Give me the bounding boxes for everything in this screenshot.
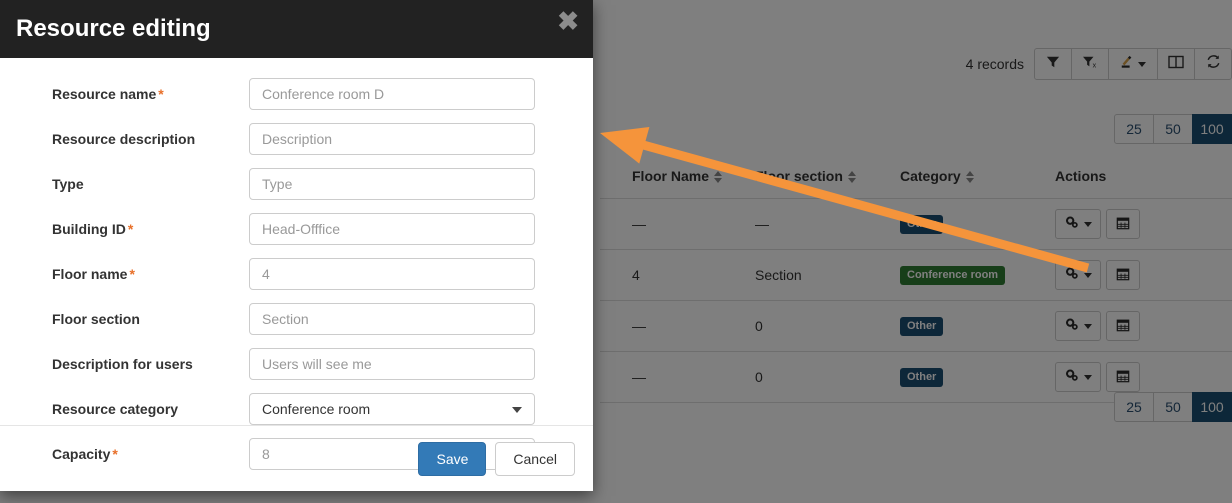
chevron-down-icon [512,407,522,413]
input-text: Users will see me [262,356,372,372]
field-label: Resource category [52,401,179,417]
field-row-resource-category: Resource category Conference room [52,393,535,425]
input-text: Description [262,131,333,147]
close-icon[interactable]: ✖ [557,8,579,34]
required-marker: * [158,86,164,102]
dialog-footer: Save Cancel [0,425,593,491]
required-marker: * [127,221,134,237]
input-text: Type [262,176,293,192]
field-label: Description for users [52,356,193,372]
field-label: Type [52,176,84,192]
resource-description-input[interactable]: Description [249,123,535,155]
field-row-type: Type Type [52,168,535,200]
input-text: Section [262,311,309,327]
save-button[interactable]: Save [418,441,487,476]
field-label: Floor section [52,311,140,327]
field-label: Resource description [52,131,196,147]
description-for-users-input[interactable]: Users will see me [249,348,535,380]
field-row-description-for-users: Description for users Users will see me [52,348,535,380]
field-row-building-id: Building ID * Head-Offfice [52,213,535,245]
field-label: Floor name * [52,266,135,282]
field-row-floor-name: Floor name * 4 [52,258,535,290]
field-row-resource-name: Resource name * Conference room D [52,78,535,110]
field-row-resource-description: Resource description Description [52,123,535,155]
input-text: Conference room D [262,86,385,102]
dialog-title: Resource editing [16,15,211,42]
input-text: 4 [262,266,270,282]
building-id-input[interactable]: Head-Offfice [249,213,535,245]
type-input[interactable]: Type [249,168,535,200]
input-text: Head-Offfice [262,221,341,237]
select-value: Conference room [262,401,371,417]
screen-root: 4 records x [0,0,1232,503]
field-label: Building ID * [52,221,134,237]
field-label: Resource name * [52,86,164,102]
floor-name-input[interactable]: 4 [249,258,535,290]
cancel-button[interactable]: Cancel [495,441,575,476]
dialog-header: Resource editing ✖ [0,0,593,58]
field-row-floor-section: Floor section Section [52,303,535,335]
resource-editing-dialog: Resource editing ✖ Resource name * Confer… [0,0,593,491]
required-marker: * [129,266,135,282]
floor-section-input[interactable]: Section [249,303,535,335]
resource-category-select[interactable]: Conference room [249,393,535,425]
resource-name-input[interactable]: Conference room D [249,78,535,110]
